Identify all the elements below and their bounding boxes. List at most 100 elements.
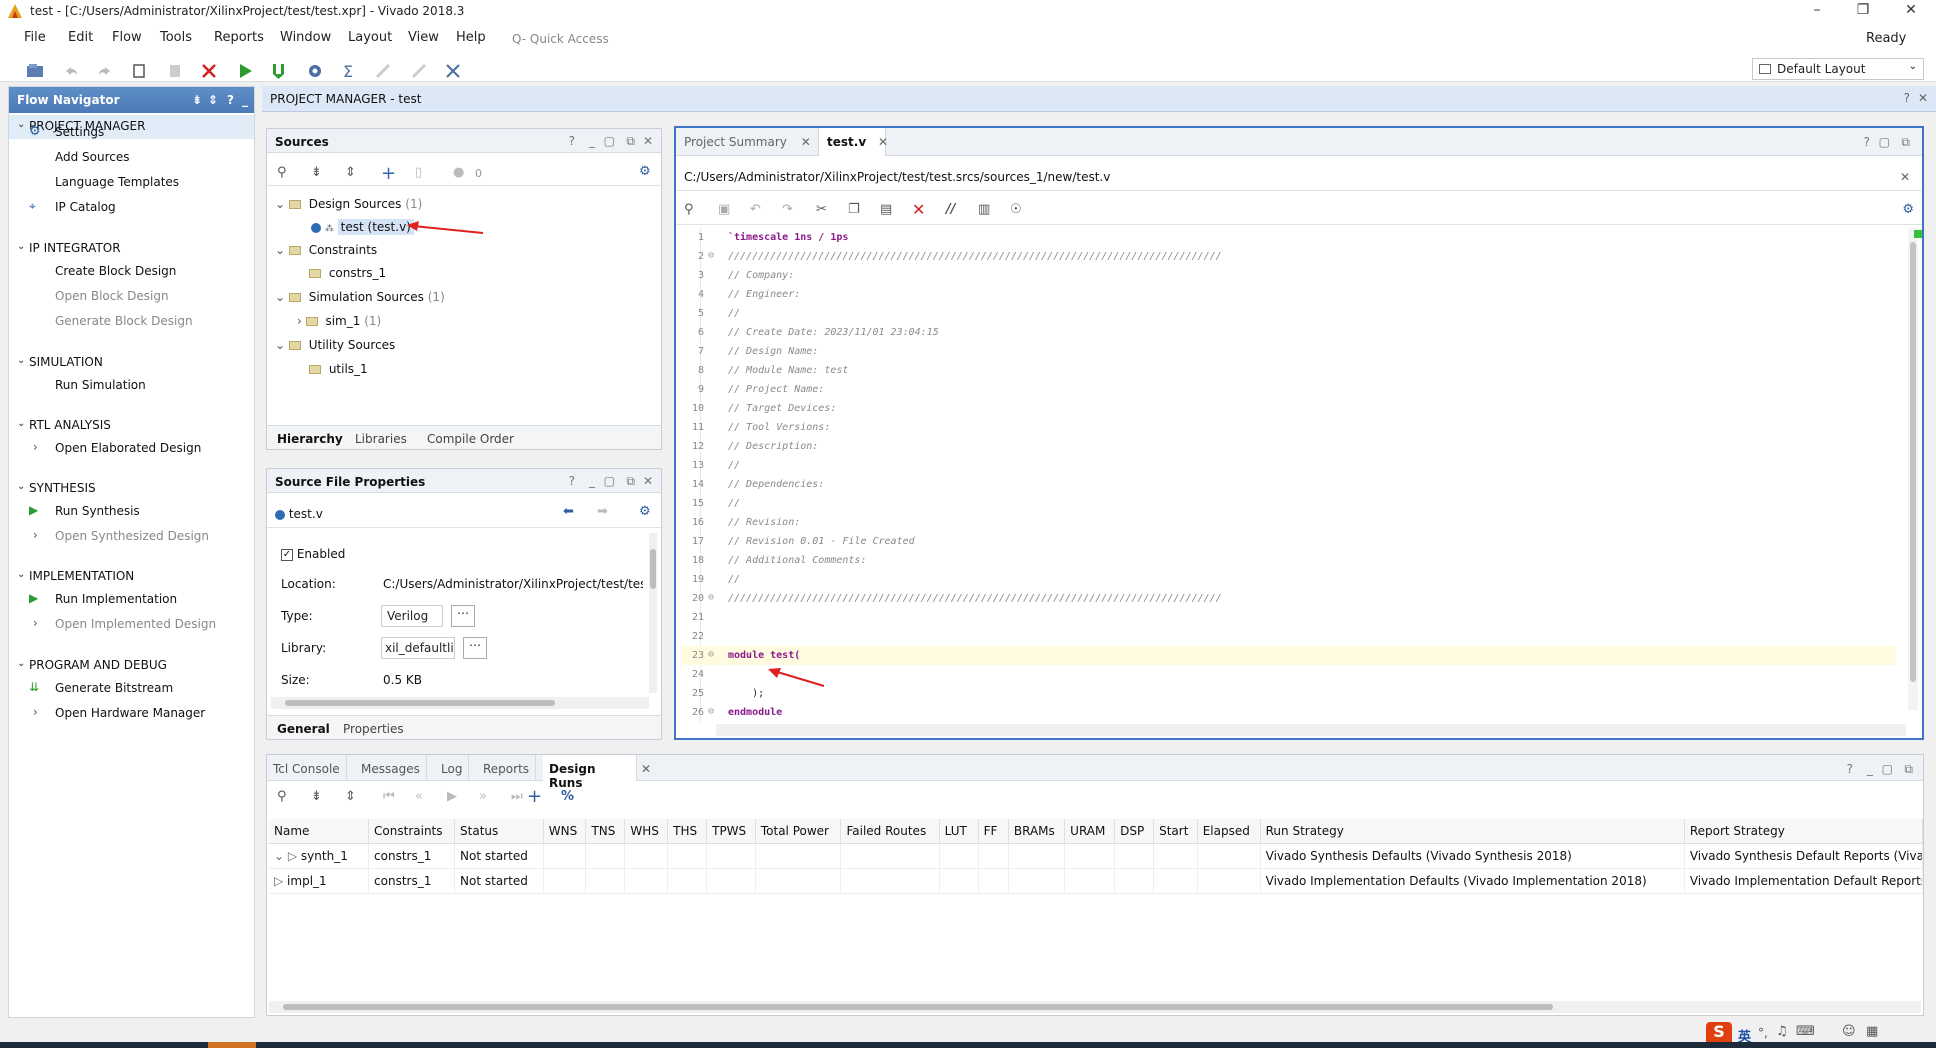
search-icon[interactable]: ⚲ xyxy=(277,789,287,804)
minimize-icon[interactable]: _ xyxy=(589,474,595,488)
copy-icon[interactable]: ❐ xyxy=(848,202,860,217)
fold-icon[interactable]: ⊖ xyxy=(708,706,714,717)
menu-tools[interactable]: Tools xyxy=(160,30,192,45)
keyboard-icon[interactable]: ⌨ xyxy=(1796,1024,1815,1039)
close-icon[interactable]: ✕ xyxy=(801,135,811,149)
close-window-button[interactable]: ✕ xyxy=(1896,2,1926,20)
library-browse-button[interactable]: ⋯ xyxy=(463,637,487,659)
forward-arrow-icon[interactable]: ➡ xyxy=(597,504,608,519)
nav-section-program-and-debug[interactable]: PROGRAM AND DEBUG xyxy=(29,658,167,672)
menu-reports[interactable]: Reports xyxy=(214,30,264,45)
delete-icon[interactable] xyxy=(200,62,218,80)
column-header[interactable]: LUT xyxy=(939,819,979,844)
file-info-icon[interactable]: ▯ xyxy=(415,165,422,180)
column-header[interactable]: Failed Routes xyxy=(840,819,940,844)
save-icon[interactable]: ▣ xyxy=(718,202,730,217)
column-header[interactable]: Constraints xyxy=(368,819,456,844)
search-icon[interactable]: ⚲ xyxy=(277,165,287,180)
ime-punctuation-icon[interactable]: °, xyxy=(1758,1026,1768,1040)
tree-top-file[interactable]: ⁂ test (test.v) xyxy=(311,219,414,235)
tab-messages[interactable]: Messages xyxy=(355,755,427,781)
search-icon[interactable]: ⚲ xyxy=(684,202,694,217)
tab-tcl-console[interactable]: Tcl Console xyxy=(267,755,347,781)
previous-icon[interactable]: « xyxy=(415,789,423,804)
nav-item-run-implementation[interactable]: Run Implementation xyxy=(55,592,177,606)
close-icon[interactable]: ✕ xyxy=(878,135,888,149)
tree-simulation-sources[interactable]: ⌄ Simulation Sources (1) xyxy=(275,290,445,304)
menu-view[interactable]: View xyxy=(408,30,439,45)
maximize-icon[interactable]: ▢ xyxy=(604,134,615,148)
tree-design-sources[interactable]: ⌄ Design Sources (1) xyxy=(275,197,422,211)
next-icon[interactable]: » xyxy=(479,789,487,804)
run-icon[interactable] xyxy=(236,62,254,80)
nav-item-run-simulation[interactable]: Run Simulation xyxy=(55,378,146,392)
paste-icon[interactable] xyxy=(166,62,184,80)
editor-vertical-scrollbar[interactable] xyxy=(1908,228,1918,710)
comment-icon[interactable]: // xyxy=(946,202,956,217)
chevron-down-icon[interactable]: ⌄ xyxy=(17,658,25,669)
float-icon[interactable]: ⧉ xyxy=(1901,135,1910,150)
taskbar-app-icon[interactable] xyxy=(208,1042,256,1048)
run-status-icon[interactable]: ▷ xyxy=(274,874,287,888)
last-icon[interactable]: ⏭ xyxy=(511,789,523,804)
nav-section-ip-integrator[interactable]: IP INTEGRATOR xyxy=(29,241,121,255)
nav-item-run-synthesis[interactable]: Run Synthesis xyxy=(55,504,140,518)
type-field[interactable]: Verilog xyxy=(381,605,443,627)
menu-layout[interactable]: Layout xyxy=(348,30,392,45)
close-icon[interactable]: ✕ xyxy=(643,134,653,148)
nav-item-open-synthesized-design[interactable]: Open Synthesized Design xyxy=(55,529,209,543)
column-header[interactable]: URAM xyxy=(1064,819,1116,844)
tree-utils[interactable]: utils_1 xyxy=(309,362,368,376)
column-header[interactable]: TNS xyxy=(585,819,626,844)
first-icon[interactable]: ⏮ xyxy=(383,789,395,804)
fold-icon[interactable]: ⊖ xyxy=(708,649,714,660)
help-icon[interactable]: ? xyxy=(1847,762,1853,776)
redo-icon[interactable] xyxy=(96,62,114,80)
column-header[interactable]: WNS xyxy=(543,819,587,844)
pen-disabled-icon[interactable] xyxy=(410,62,428,80)
tab-properties[interactable]: Properties xyxy=(343,722,404,736)
column-header[interactable]: WHS xyxy=(624,819,669,844)
chevron-down-icon[interactable]: ⌄ xyxy=(17,355,25,366)
help-icon[interactable]: ? xyxy=(227,93,234,107)
undo-icon[interactable] xyxy=(62,62,80,80)
nav-item-create-block-design[interactable]: Create Block Design xyxy=(55,264,176,278)
settings-gear-icon[interactable] xyxy=(306,62,324,80)
maximize-icon[interactable]: ▢ xyxy=(604,474,615,488)
table-row[interactable]: ▷ impl_1 constrs_1 Not started Vivado Imple… xyxy=(269,868,1924,894)
editor-horizontal-scrollbar[interactable] xyxy=(716,724,1906,736)
tree-sim[interactable]: › sim_1 (1) xyxy=(297,314,381,328)
tab-general[interactable]: General xyxy=(277,722,330,736)
menu-window[interactable]: Window xyxy=(280,30,331,45)
nav-item-add-sources[interactable]: Add Sources xyxy=(55,150,130,164)
expand-all-icon[interactable]: ⇕ xyxy=(345,165,356,180)
collapse-all-icon[interactable]: ⇟ xyxy=(311,789,322,804)
chevron-down-icon[interactable]: ⌄ xyxy=(17,119,25,130)
vertical-scrollbar[interactable] xyxy=(649,533,657,693)
float-icon[interactable]: ⧉ xyxy=(626,134,635,149)
table-horizontal-scrollbar[interactable] xyxy=(269,1001,1921,1013)
percent-icon[interactable]: % xyxy=(561,789,574,804)
close-icon[interactable]: ✕ xyxy=(1900,170,1910,184)
undo-icon[interactable]: ↶ xyxy=(750,202,761,217)
add-run-icon[interactable]: + xyxy=(527,786,542,807)
tab-log[interactable]: Log xyxy=(435,755,470,781)
nav-item-open-hardware-manager[interactable]: Open Hardware Manager xyxy=(55,706,205,720)
code-area[interactable]: 1 `timescale 1ns / 1ps 2 ⊖/////////////////… xyxy=(682,228,1896,722)
float-icon[interactable]: ⧉ xyxy=(626,474,635,489)
minimize-icon[interactable]: _ xyxy=(589,134,595,148)
redo-icon[interactable]: ↷ xyxy=(782,202,793,217)
column-header[interactable]: Status xyxy=(454,819,544,844)
minimize-button[interactable]: – xyxy=(1802,2,1832,20)
column-header[interactable]: Start xyxy=(1153,819,1198,844)
fold-icon[interactable]: ⊖ xyxy=(708,250,714,261)
expand-all-icon[interactable]: ⇕ xyxy=(208,93,218,107)
sigma-report-icon[interactable]: Σ xyxy=(340,62,358,80)
lightbulb-icon[interactable]: ☉ xyxy=(1010,202,1022,217)
nav-section-synthesis[interactable]: SYNTHESIS xyxy=(29,481,96,495)
chevron-down-icon[interactable]: ⌄ xyxy=(17,241,25,252)
quick-access-search[interactable]: Q- Quick Access xyxy=(510,28,652,50)
nav-item-open-block-design[interactable]: Open Block Design xyxy=(55,289,169,303)
library-field[interactable]: xil_defaultlib xyxy=(381,637,455,659)
close-icon[interactable]: ✕ xyxy=(643,474,653,488)
